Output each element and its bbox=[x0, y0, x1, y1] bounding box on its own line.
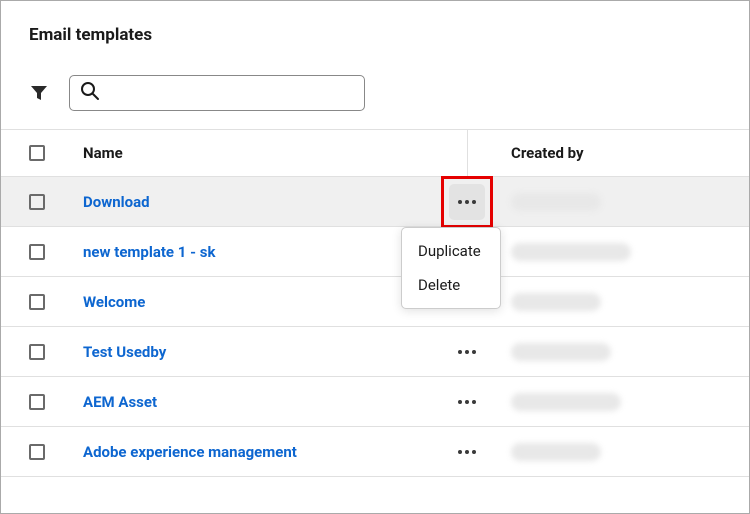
row-checkbox[interactable] bbox=[29, 444, 45, 460]
table-row[interactable]: AEM Asset bbox=[1, 377, 749, 427]
row-checkbox[interactable] bbox=[29, 244, 45, 260]
table-header-row: Name Created by bbox=[1, 129, 749, 177]
search-box[interactable] bbox=[69, 75, 365, 111]
table-row[interactable]: Download bbox=[1, 177, 749, 227]
menu-item-duplicate[interactable]: Duplicate bbox=[402, 234, 500, 268]
created-by-value bbox=[511, 443, 601, 461]
column-header-created-by[interactable]: Created by bbox=[511, 144, 721, 162]
template-name-link[interactable]: Download bbox=[83, 193, 150, 211]
template-name-link[interactable]: new template 1 - sk bbox=[83, 243, 215, 261]
row-actions-menu: Duplicate Delete bbox=[401, 227, 501, 309]
created-by-value bbox=[511, 343, 611, 361]
column-header-name[interactable]: Name bbox=[83, 144, 449, 162]
more-icon bbox=[458, 200, 476, 204]
templates-table: Name Created by Download new template 1 … bbox=[1, 129, 749, 477]
table-row[interactable]: Adobe experience management bbox=[1, 427, 749, 477]
row-checkbox[interactable] bbox=[29, 194, 45, 210]
created-by-value bbox=[511, 193, 601, 211]
filter-icon[interactable] bbox=[29, 83, 49, 103]
search-icon bbox=[80, 81, 100, 105]
more-icon bbox=[458, 350, 476, 354]
page-title: Email templates bbox=[1, 1, 749, 45]
row-checkbox[interactable] bbox=[29, 394, 45, 410]
more-actions-button[interactable] bbox=[449, 384, 485, 420]
row-checkbox[interactable] bbox=[29, 294, 45, 310]
search-input[interactable] bbox=[108, 76, 354, 110]
more-icon bbox=[458, 450, 476, 454]
table-row[interactable]: new template 1 - sk bbox=[1, 227, 749, 277]
created-by-value bbox=[511, 243, 631, 261]
controls-row bbox=[1, 45, 749, 129]
more-actions-button[interactable] bbox=[449, 184, 485, 220]
more-actions-button[interactable] bbox=[449, 434, 485, 470]
created-by-value bbox=[511, 393, 621, 411]
template-name-link[interactable]: Adobe experience management bbox=[83, 443, 297, 461]
table-row[interactable]: Test Usedby bbox=[1, 327, 749, 377]
table-row[interactable]: Welcome bbox=[1, 277, 749, 327]
template-name-link[interactable]: Test Usedby bbox=[83, 343, 166, 361]
created-by-value bbox=[511, 293, 601, 311]
menu-item-delete[interactable]: Delete bbox=[402, 268, 500, 302]
more-actions-button[interactable] bbox=[449, 334, 485, 370]
row-checkbox[interactable] bbox=[29, 344, 45, 360]
more-icon bbox=[458, 400, 476, 404]
template-name-link[interactable]: AEM Asset bbox=[83, 393, 157, 411]
template-name-link[interactable]: Welcome bbox=[83, 293, 145, 311]
select-all-checkbox[interactable] bbox=[29, 145, 45, 161]
